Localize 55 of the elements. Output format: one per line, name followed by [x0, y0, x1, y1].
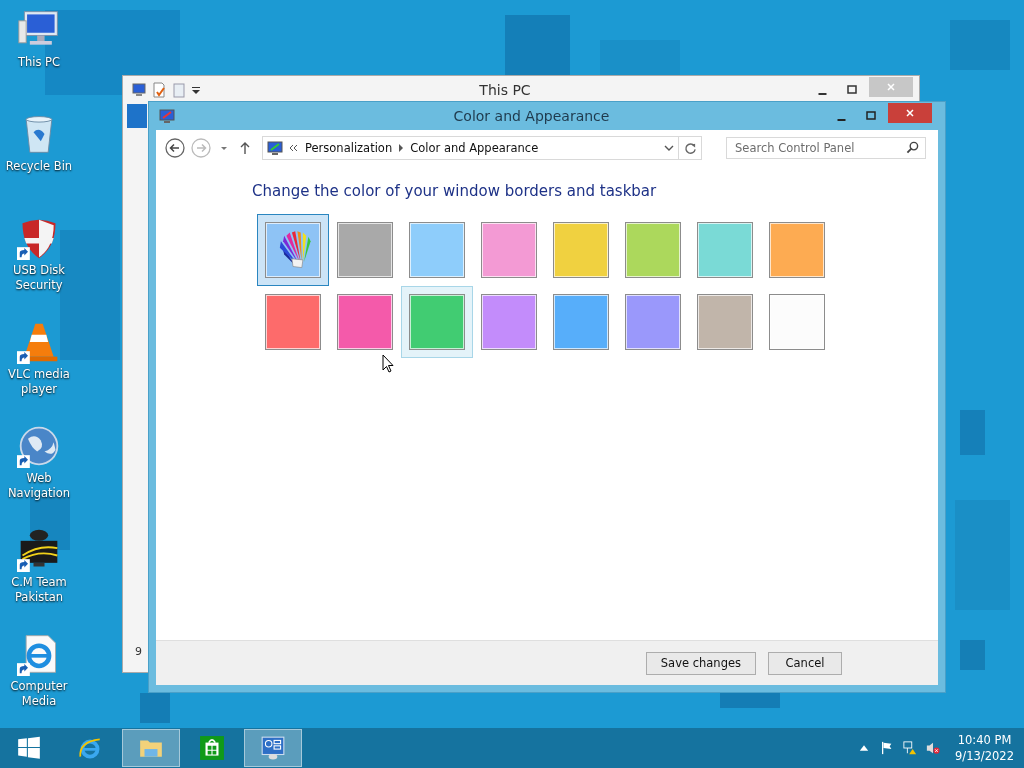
refresh-button[interactable]: [679, 136, 702, 160]
search-icon: [906, 141, 919, 154]
breadcrumb-item[interactable]: Personalization: [305, 141, 393, 155]
control-panel-icon: [260, 735, 286, 761]
desktop-icon-label[interactable]: C.M Team Pakistan: [0, 575, 78, 605]
address-bar[interactable]: Personalization Color and Appearance: [262, 136, 679, 160]
minimize-icon: [836, 118, 846, 121]
monitor-icon: [267, 140, 283, 156]
desktop-icon-label[interactable]: USB Disk Security: [0, 263, 78, 293]
window-title: This PC: [478, 82, 532, 98]
back-button[interactable]: [164, 137, 186, 159]
globe-icon[interactable]: [17, 424, 61, 468]
search-field[interactable]: Search Control Panel: [726, 137, 926, 159]
desktop-icon-label[interactable]: VLC media player: [0, 367, 78, 397]
desktop-icon-label[interactable]: Computer Media: [0, 679, 78, 709]
windows-logo-icon: [16, 735, 42, 761]
browser-icon: [77, 735, 103, 761]
breadcrumb-item[interactable]: Color and Appearance: [410, 141, 539, 155]
close-button[interactable]: [888, 103, 932, 123]
status-text: 9: [135, 645, 142, 658]
wallpaper-square: [960, 640, 985, 670]
color-option[interactable]: [257, 214, 329, 286]
minimize-icon: [817, 92, 827, 95]
dropdown-chevron-icon[interactable]: [664, 144, 674, 152]
maximize-icon: [847, 85, 857, 95]
monitor-icon: [159, 108, 175, 124]
desktop-icon-label[interactable]: This PC: [17, 55, 61, 70]
refresh-icon: [683, 141, 697, 155]
close-icon: [886, 82, 896, 92]
taskbar-button[interactable]: [244, 729, 302, 767]
heading: Change the color of your window borders and taskbar: [252, 182, 658, 200]
up-arrow-icon[interactable]: [239, 141, 251, 155]
dialog-button[interactable]: Save changes: [645, 651, 756, 675]
dropdown-icon[interactable]: [191, 85, 201, 95]
color-option[interactable]: [401, 286, 473, 358]
desktop-icon-label[interactable]: Web Navigation: [0, 471, 78, 501]
wallpaper-square: [720, 693, 780, 708]
window-title: Color and Appearance: [452, 108, 611, 124]
dialog-button[interactable]: Cancel: [768, 651, 842, 675]
wallpaper-square: [140, 693, 170, 723]
close-icon: [905, 108, 915, 118]
clock-date[interactable]: 9/13/2022: [955, 748, 1014, 764]
maximize-icon: [866, 111, 876, 121]
speaker-muted-icon[interactable]: [926, 741, 941, 755]
clock-time[interactable]: 10:40 PM: [957, 732, 1012, 748]
breadcrumb-separator-icon[interactable]: [398, 144, 405, 152]
overflow-chevron-icon[interactable]: [289, 144, 299, 152]
document-icon[interactable]: [151, 82, 167, 98]
wallpaper-square: [960, 410, 985, 455]
desktop-icon-label[interactable]: Recycle Bin: [5, 159, 73, 174]
shopping-bag-icon: [199, 735, 225, 761]
mouse-pointer-icon: [382, 354, 394, 373]
computer-icon[interactable]: [131, 82, 147, 98]
wallpaper-square: [505, 15, 570, 75]
network-warning-icon[interactable]: [903, 741, 918, 755]
